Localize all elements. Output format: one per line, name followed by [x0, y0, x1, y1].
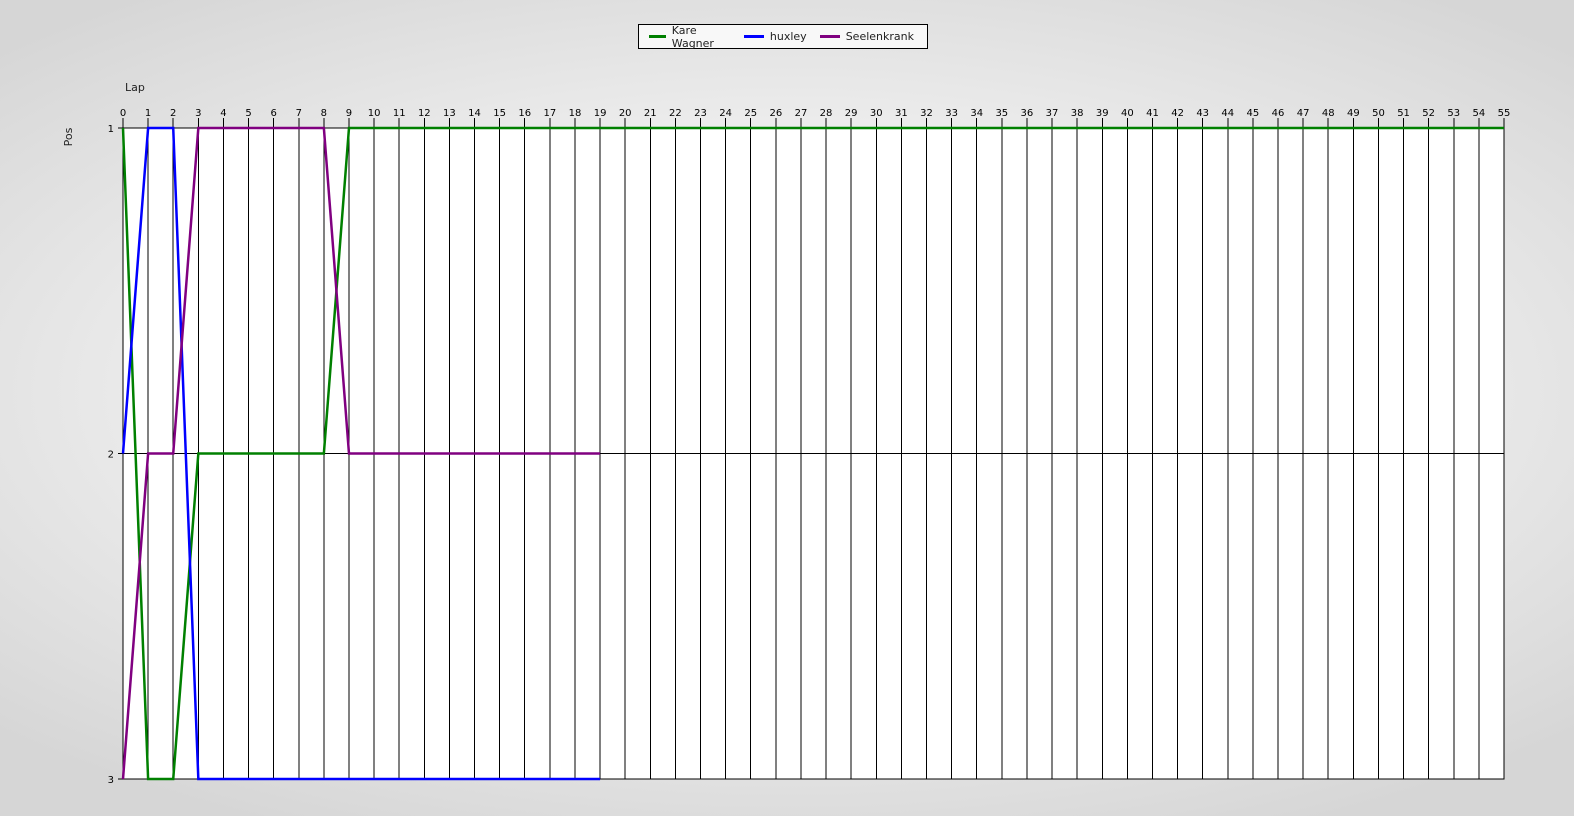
x-tick-label: 44 [1221, 108, 1234, 119]
y-tick-label: 2 [108, 450, 114, 461]
x-tick-label: 42 [1171, 108, 1184, 119]
y-tick-label: 3 [108, 775, 114, 786]
x-tick-label: 49 [1347, 108, 1360, 119]
x-tick-label: 31 [895, 108, 908, 119]
x-tick-label: 36 [1021, 108, 1034, 119]
x-tick-label: 37 [1046, 108, 1059, 119]
x-tick-label: 48 [1322, 108, 1335, 119]
x-tick-label: 25 [744, 108, 757, 119]
x-axis-title: Lap [125, 81, 145, 94]
x-tick-label: 3 [195, 108, 201, 119]
x-tick-label: 52 [1422, 108, 1435, 119]
x-tick-label: 19 [594, 108, 607, 119]
position-chart: 0 1 2 3 4 5 6 7 8 9 10 11 12 13 14 15 16 17 18 19 20 21 22 23 24… [62, 81, 1511, 786]
x-tick-label: 40 [1121, 108, 1134, 119]
x-tick-label: 16 [518, 108, 531, 119]
x-tick-label: 47 [1297, 108, 1310, 119]
x-tick-label: 21 [644, 108, 657, 119]
x-tick-label: 17 [543, 108, 556, 119]
x-tick-label: 41 [1146, 108, 1159, 119]
x-tick-label: 1 [145, 108, 151, 119]
x-tick-label: 20 [619, 108, 632, 119]
y-axis-title: Pos [62, 127, 75, 146]
x-tick-label: 5 [245, 108, 251, 119]
x-tick-label: 27 [795, 108, 808, 119]
x-tick-label: 23 [694, 108, 707, 119]
x-tick-label: 29 [845, 108, 858, 119]
x-tick-label: 46 [1272, 108, 1285, 119]
x-tick-label: 7 [296, 108, 302, 119]
x-tick-label: 33 [945, 108, 958, 119]
x-tick-label: 26 [769, 108, 782, 119]
x-tick-label: 4 [220, 108, 226, 119]
x-tick-label: 34 [970, 108, 983, 119]
y-tick-label: 1 [108, 124, 114, 135]
x-tick-label: 15 [493, 108, 506, 119]
x-tick-label: 14 [468, 108, 481, 119]
x-tick-label: 11 [393, 108, 406, 119]
x-tick-label: 30 [870, 108, 883, 119]
x-tick-label: 35 [995, 108, 1008, 119]
x-tick-label: 28 [820, 108, 833, 119]
x-tick-label: 24 [719, 108, 732, 119]
x-tick-label: 39 [1096, 108, 1109, 119]
x-tick-label: 45 [1247, 108, 1260, 119]
x-tick-label: 51 [1397, 108, 1410, 119]
x-tick-label: 43 [1196, 108, 1209, 119]
x-tick-label: 8 [321, 108, 327, 119]
x-tick-label: 9 [346, 108, 352, 119]
x-tick-label: 53 [1447, 108, 1460, 119]
x-tick-label: 18 [569, 108, 582, 119]
x-tick-label: 55 [1498, 108, 1511, 119]
x-tick-label: 38 [1071, 108, 1084, 119]
x-tick-label: 50 [1372, 108, 1385, 119]
x-tick-label: 32 [920, 108, 933, 119]
x-tick-label: 54 [1473, 108, 1486, 119]
x-tick-label: 12 [418, 108, 431, 119]
x-tick-label: 0 [120, 108, 126, 119]
x-tick-label: 13 [443, 108, 456, 119]
x-tick-label: 22 [669, 108, 682, 119]
x-tick-label: 10 [368, 108, 381, 119]
x-tick-label: 2 [170, 108, 176, 119]
x-tick-label: 6 [270, 108, 276, 119]
